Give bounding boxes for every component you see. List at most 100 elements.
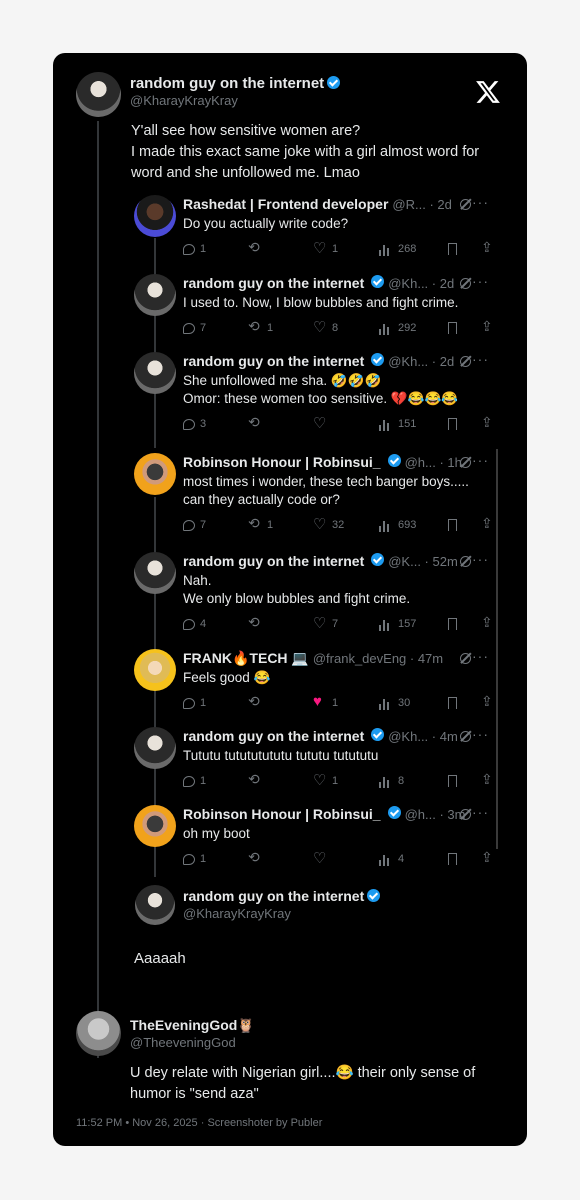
author-name[interactable]: random guy on the internet	[183, 275, 364, 291]
avatar[interactable]	[135, 885, 175, 925]
reply-button[interactable]: 1	[183, 241, 206, 257]
share-icon	[481, 614, 495, 631]
views-button[interactable]: 292	[379, 320, 416, 336]
author-name[interactable]: FRANK🔥TECH 💻	[183, 650, 309, 667]
handle-and-time[interactable]: @Kh... · 2d	[388, 354, 454, 369]
share-button[interactable]	[481, 318, 500, 336]
reply-icon	[183, 322, 195, 334]
like-button[interactable]: 1	[313, 239, 338, 257]
like-button[interactable]: 8	[313, 318, 338, 336]
views-button[interactable]: 268	[379, 241, 416, 257]
reply-count: 7	[200, 322, 207, 334]
more-icon[interactable]: ···	[472, 551, 489, 567]
retweet-button[interactable]	[248, 239, 267, 257]
author-name[interactable]: random guy on the internet	[183, 728, 364, 744]
handle-and-time[interactable]: @R... · 2d	[392, 197, 451, 212]
retweet-button[interactable]	[248, 614, 267, 632]
avatar[interactable]	[134, 195, 176, 237]
views-button[interactable]: 8	[379, 773, 404, 789]
bookmark-button[interactable]	[448, 241, 462, 257]
retweet-count: 1	[267, 322, 274, 334]
handle-and-time[interactable]: @frank_devEng · 47m	[313, 651, 443, 666]
avatar[interactable]	[134, 352, 176, 394]
author-handle[interactable]: @KharayKrayKray	[183, 906, 291, 921]
grok-icon[interactable]	[460, 731, 471, 742]
retweet-button[interactable]	[248, 771, 267, 789]
author-name[interactable]: Robinson Honour | Robinsui_	[183, 806, 381, 822]
handle-and-time[interactable]: @K... · 52m	[388, 554, 458, 569]
bookmark-button[interactable]	[448, 320, 462, 336]
scrollbar[interactable]	[496, 449, 498, 849]
retweet-button[interactable]	[248, 849, 267, 867]
author-name[interactable]: Robinson Honour | Robinsui_	[183, 454, 381, 470]
like-button[interactable]: 1	[313, 771, 338, 789]
more-icon[interactable]: ···	[472, 804, 489, 820]
grok-icon[interactable]	[460, 653, 471, 664]
more-icon[interactable]: ···	[472, 726, 489, 742]
avatar[interactable]	[134, 805, 176, 847]
like-button[interactable]	[313, 849, 332, 867]
retweet-icon	[248, 239, 262, 256]
handle-and-time[interactable]: @Kh... · 4m	[388, 729, 458, 744]
share-button[interactable]	[481, 849, 500, 867]
grok-icon[interactable]	[460, 356, 471, 367]
handle-and-time[interactable]: @Kh... · 2d	[388, 276, 454, 291]
retweet-button[interactable]: 1	[248, 515, 273, 533]
grok-icon[interactable]	[460, 556, 471, 567]
views-icon	[379, 852, 393, 866]
avatar[interactable]	[134, 274, 176, 316]
like-button[interactable]: 7	[313, 614, 338, 632]
reply-button[interactable]: 4	[183, 616, 206, 632]
retweet-button[interactable]	[248, 693, 267, 711]
handle-and-time[interactable]: @h... · 1h	[405, 455, 462, 470]
like-button[interactable]: 32	[313, 515, 344, 533]
reply-button[interactable]: 3	[183, 416, 206, 432]
avatar[interactable]	[134, 552, 176, 594]
quoted-author[interactable]: random guy on the internet	[183, 888, 381, 906]
more-icon[interactable]: ···	[472, 194, 489, 210]
reply-button[interactable]: 1	[183, 851, 206, 867]
handle-and-time[interactable]: @h... · 3m	[405, 807, 466, 822]
grok-icon[interactable]	[460, 809, 471, 820]
avatar[interactable]	[76, 1011, 121, 1056]
retweet-button[interactable]	[248, 414, 267, 432]
author-name[interactable]: TheEveningGod🦉	[130, 1017, 255, 1034]
bookmark-button[interactable]	[448, 517, 462, 533]
author-name[interactable]: random guy on the internet	[183, 353, 364, 369]
bookmark-button[interactable]	[448, 851, 462, 867]
action-bar: 3 151	[183, 414, 495, 432]
more-icon[interactable]: ···	[472, 648, 489, 664]
timestamp-footer: 11:52 PM • Nov 26, 2025 · Screenshoter b…	[76, 1117, 323, 1129]
bookmark-button[interactable]	[448, 616, 462, 632]
share-button[interactable]	[481, 414, 500, 432]
reply-text-line: Nah.	[183, 573, 212, 588]
retweet-button[interactable]: 1	[248, 318, 274, 336]
grok-icon[interactable]	[460, 457, 471, 468]
more-icon[interactable]: ···	[472, 273, 489, 289]
author-name[interactable]: Rashedat | Frontend developer	[183, 196, 388, 212]
avatar[interactable]	[134, 649, 176, 691]
reply-button[interactable]: 1	[183, 773, 206, 789]
bookmark-button[interactable]	[448, 695, 462, 711]
avatar[interactable]	[134, 453, 176, 495]
grok-icon[interactable]	[460, 278, 471, 289]
views-button[interactable]: 157	[379, 616, 416, 632]
more-icon[interactable]: ···	[472, 452, 489, 468]
share-button[interactable]	[481, 239, 500, 257]
avatar[interactable]	[134, 727, 176, 769]
views-button[interactable]: 30	[379, 695, 410, 711]
views-button[interactable]: 693	[379, 517, 416, 533]
bookmark-button[interactable]	[448, 416, 462, 432]
author-handle[interactable]: @TheeveningGod	[130, 1035, 236, 1050]
more-icon[interactable]: ···	[472, 351, 489, 367]
reply-button[interactable]: 7	[183, 320, 206, 336]
like-button[interactable]: 1	[313, 693, 338, 711]
bookmark-button[interactable]	[448, 773, 462, 789]
author-name[interactable]: random guy on the internet	[183, 553, 364, 569]
views-button[interactable]: 151	[379, 416, 416, 432]
reply-button[interactable]: 1	[183, 695, 206, 711]
reply-button[interactable]: 7	[183, 517, 206, 533]
like-button[interactable]	[313, 414, 332, 432]
grok-icon[interactable]	[460, 199, 471, 210]
views-button[interactable]: 4	[379, 851, 404, 867]
